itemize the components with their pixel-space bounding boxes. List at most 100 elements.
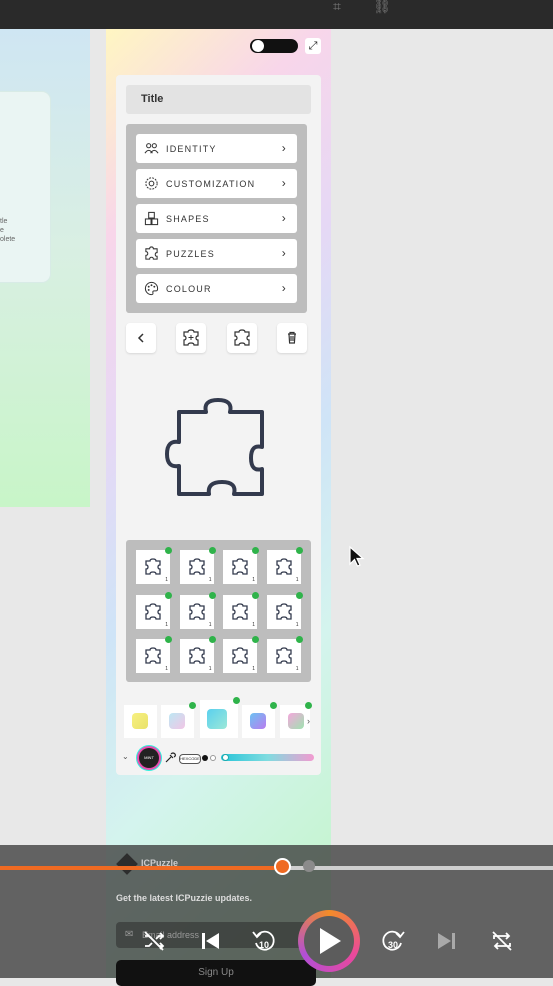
piece-cell[interactable]: 1: [179, 591, 216, 629]
puzzle-icon: [145, 246, 158, 260]
piece-cell[interactable]: 1: [179, 547, 216, 584]
back-button[interactable]: [126, 323, 156, 353]
mail-icon: ✉: [125, 929, 134, 940]
piece-cell[interactable]: 1: [179, 636, 216, 673]
card-text-line: tle: [0, 218, 8, 225]
mouse-cursor-icon: [349, 545, 365, 567]
background-card: tle e olete: [0, 92, 50, 282]
active-dot: [252, 636, 259, 643]
puzzle-icon: [145, 647, 161, 664]
color-dot-dark[interactable]: [202, 755, 208, 761]
forward-button[interactable]: 30: [378, 926, 408, 956]
play-icon: [320, 928, 341, 954]
puzzle-icon: [188, 558, 205, 575]
chevron-right-icon: ›: [281, 141, 287, 155]
menu-item-puzzles[interactable]: PUZZLES ›: [136, 239, 297, 268]
piece-cell[interactable]: 1: [223, 591, 259, 629]
swatch-blue-purple[interactable]: [242, 702, 277, 738]
color-dot-light[interactable]: [210, 755, 216, 761]
piece-shape-button[interactable]: [227, 323, 257, 353]
card-text-line: olete: [0, 236, 16, 243]
active-dot: [208, 547, 216, 554]
active-dot: [165, 636, 172, 643]
hue-slider[interactable]: [221, 754, 314, 761]
piece-cell[interactable]: 1: [266, 591, 303, 629]
fast-forward-icon: 30: [382, 930, 405, 951]
title-field[interactable]: Title: [126, 85, 311, 114]
link-icon[interactable]: ⛓: [373, 0, 391, 13]
expand-icon[interactable]: ⤢: [305, 38, 321, 54]
gear-icon: [145, 177, 158, 190]
shuffle-button[interactable]: [139, 926, 169, 956]
piece-cell[interactable]: 1: [266, 636, 303, 673]
puzzle-icon: [188, 602, 205, 620]
menu-item-colour[interactable]: COLOUR ›: [136, 274, 297, 303]
people-icon: [144, 143, 159, 154]
rewind-button[interactable]: 10: [249, 926, 279, 956]
sign-up-button[interactable]: Sign Up: [116, 960, 316, 986]
active-dot: [165, 591, 172, 599]
rewind-seconds: 10: [259, 940, 269, 950]
color-preset-button[interactable]: MINT: [139, 748, 159, 768]
piece-count: 1: [165, 666, 168, 672]
puzzle-preview: [165, 398, 264, 496]
menu-item-identity[interactable]: IDENTITY ›: [136, 134, 297, 163]
swatch-cyan[interactable]: [200, 697, 240, 738]
hex-input[interactable]: HEXCODE: [179, 754, 201, 764]
piece-cell[interactable]: 1: [136, 547, 172, 584]
piece-count: 1: [295, 621, 299, 628]
active-dot: [295, 636, 303, 643]
menu-item-label: SHAPES: [166, 214, 210, 224]
chevron-right-icon: ›: [281, 211, 287, 225]
menu-item-label: IDENTITY: [166, 144, 217, 154]
next-button[interactable]: [432, 926, 462, 956]
piece-grid: 1 1 1 1 1 1 1 1 1 1 1 1: [126, 540, 311, 682]
add-piece-button[interactable]: [176, 323, 206, 353]
piece-count: 1: [208, 621, 212, 628]
progress-fill: [0, 866, 283, 870]
progress-thumb[interactable]: [274, 858, 292, 875]
swatch-mint-pink[interactable]: [161, 702, 196, 738]
piece-count: 1: [165, 621, 168, 628]
strip-next-arrow[interactable]: ›: [307, 716, 310, 726]
play-button[interactable]: [298, 910, 360, 972]
delete-button[interactable]: [277, 323, 307, 353]
menu-item-label: COLOUR: [166, 284, 212, 294]
piece-cell[interactable]: 1: [223, 636, 259, 673]
piece-count: 1: [252, 621, 255, 628]
swatch-fill: [169, 713, 185, 729]
card-text-line: e: [0, 227, 4, 234]
repeat-off-icon: [492, 931, 512, 951]
puzzle-add-icon: [183, 329, 199, 346]
piece-cell[interactable]: 1: [136, 636, 172, 673]
swatch-fill: [207, 709, 227, 729]
swatch-pink-green[interactable]: [280, 702, 312, 738]
active-dot: [252, 591, 259, 599]
slider-handle[interactable]: [222, 754, 229, 761]
eyedropper-icon[interactable]: [164, 752, 176, 764]
chevron-down-icon[interactable]: ⌄: [122, 752, 129, 761]
piece-cell[interactable]: 1: [223, 547, 259, 584]
ghost-thumb: [303, 860, 315, 872]
swatch-yellow[interactable]: [124, 705, 157, 738]
piece-count: 1: [252, 577, 255, 583]
menu-item-shapes[interactable]: SHAPES ›: [136, 204, 297, 233]
piece-count: 1: [208, 577, 212, 583]
piece-cell[interactable]: 1: [266, 547, 303, 584]
grid-icon[interactable]: ⌗: [328, 0, 346, 13]
piece-count: 1: [295, 577, 299, 583]
piece-count: 1: [252, 666, 255, 672]
active-dot: [270, 702, 277, 709]
repeat-button[interactable]: [487, 926, 517, 956]
piece-count: 1: [295, 666, 299, 672]
previous-button[interactable]: [195, 926, 225, 956]
active-dot: [208, 636, 216, 643]
skip-next-icon: [438, 933, 455, 949]
piece-count: 1: [208, 666, 212, 672]
puzzle-icon: [275, 602, 292, 620]
theme-toggle[interactable]: [250, 39, 298, 53]
active-dot: [252, 547, 259, 554]
chevron-left-icon: [137, 333, 144, 343]
piece-cell[interactable]: 1: [136, 591, 172, 629]
menu-item-customization[interactable]: CUSTOMIZATION ›: [136, 169, 297, 198]
